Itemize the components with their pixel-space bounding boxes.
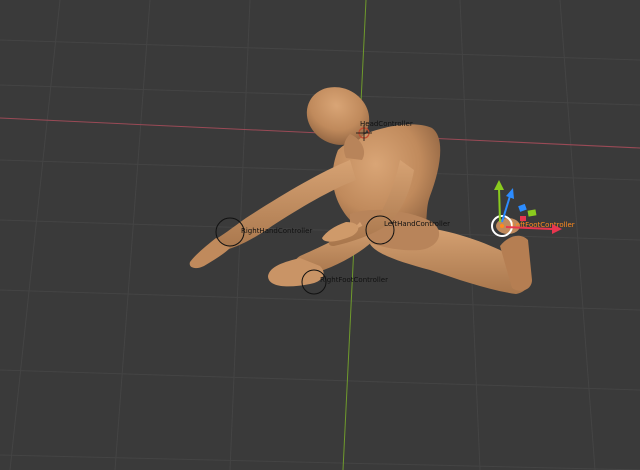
right-foot-controller-label: RightFootController bbox=[320, 276, 388, 284]
gizmo-z-arrow-icon[interactable] bbox=[506, 188, 514, 199]
viewport-scene[interactable]: HeadController LeftHandController RightH… bbox=[0, 0, 640, 470]
gizmo-y-axis[interactable] bbox=[498, 187, 501, 223]
gizmo-plane-handle-red[interactable] bbox=[520, 216, 526, 221]
mannequin-figure[interactable] bbox=[189, 76, 532, 294]
gizmo-plane-handle-green[interactable] bbox=[527, 209, 537, 217]
floor-grid bbox=[0, 0, 640, 470]
right-hand-controller-label: RightHandController bbox=[241, 227, 312, 235]
gizmo-plane-handle-blue[interactable] bbox=[518, 203, 527, 212]
gizmo-y-arrow-icon[interactable] bbox=[494, 180, 504, 190]
head-controller-label: HeadController bbox=[360, 120, 413, 128]
3d-viewport[interactable]: HeadController LeftHandController RightH… bbox=[0, 0, 640, 470]
left-hand-controller-label: LeftHandController bbox=[384, 220, 450, 228]
